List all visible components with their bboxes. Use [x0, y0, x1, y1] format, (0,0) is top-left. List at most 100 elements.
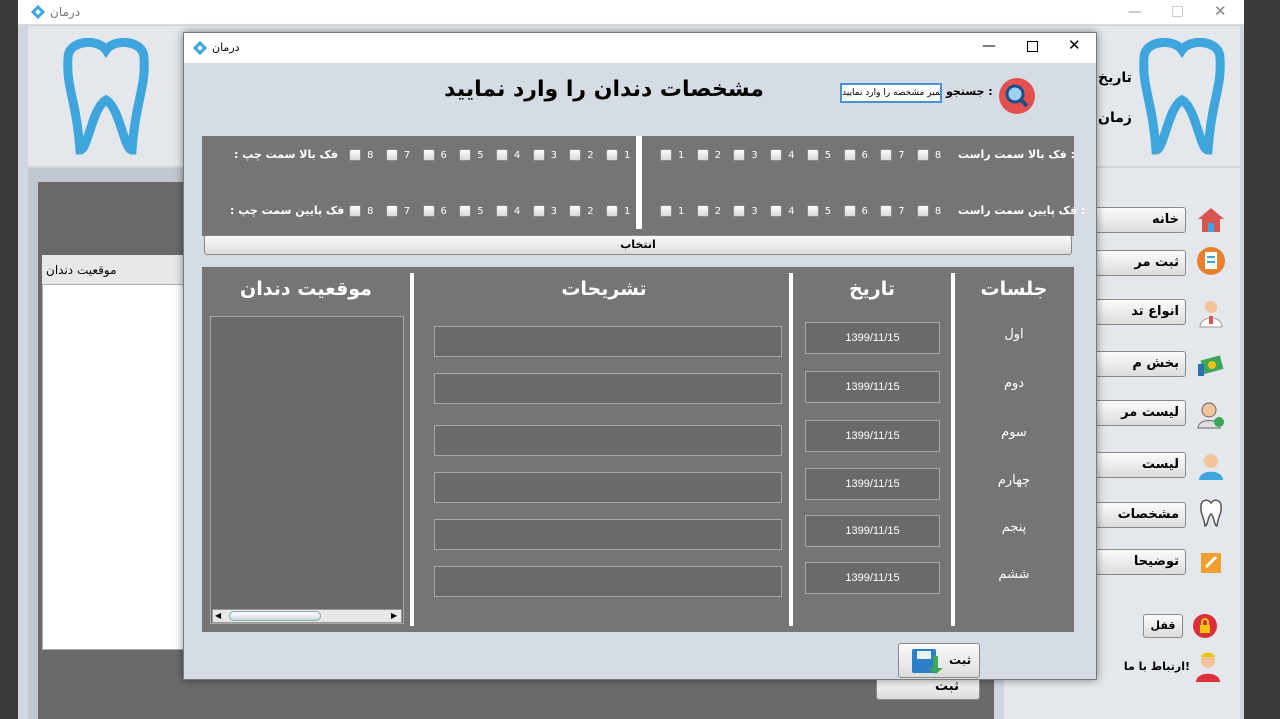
- sidebar-item-user-list[interactable]: لیست: [1090, 452, 1186, 478]
- session-description-field[interactable]: [434, 373, 782, 404]
- tooth-checkbox-upper-right-5[interactable]: 5: [806, 148, 831, 162]
- checkbox[interactable]: [422, 205, 435, 217]
- contact-us-link[interactable]: ارتباط با ما!: [1120, 660, 1190, 673]
- dialog-close-button[interactable]: ✕: [1068, 36, 1081, 54]
- tooth-checkbox-upper-right-2[interactable]: 2: [696, 148, 721, 162]
- checkbox[interactable]: [569, 149, 582, 161]
- session-date-field[interactable]: 1399/11/15: [805, 420, 940, 452]
- tooth-checkbox-lower-right-4[interactable]: 4: [770, 204, 794, 218]
- checkbox[interactable]: [843, 205, 856, 217]
- session-description-field[interactable]: [434, 566, 782, 597]
- tooth-checkbox-upper-left-4[interactable]: 4: [495, 148, 520, 162]
- checkbox[interactable]: [843, 149, 856, 161]
- checkbox[interactable]: [916, 149, 929, 161]
- dialog-maximize-button[interactable]: [1027, 41, 1038, 52]
- checkbox[interactable]: [696, 205, 709, 217]
- scrollbar-thumb[interactable]: [229, 611, 321, 621]
- checkbox[interactable]: [422, 149, 435, 161]
- tooth-checkbox-upper-left-6[interactable]: 6: [422, 148, 447, 162]
- search-input[interactable]: نمبر مشخصه را وارد نمایید: [840, 83, 942, 103]
- checkbox[interactable]: [606, 205, 618, 217]
- lock-button[interactable]: قفل: [1143, 614, 1183, 638]
- session-date-field[interactable]: 1399/11/15: [805, 468, 940, 500]
- checkbox[interactable]: [569, 205, 582, 217]
- tooth-checkbox-upper-right-7[interactable]: 7: [880, 148, 905, 162]
- tooth-checkbox-lower-right-7[interactable]: 7: [880, 204, 905, 218]
- tooth-checkbox-lower-left-6[interactable]: 6: [422, 204, 447, 218]
- checkbox[interactable]: [349, 205, 362, 217]
- tooth-checkbox-upper-left-3[interactable]: 3: [532, 148, 557, 162]
- bg-minimize-button[interactable]: —: [1128, 4, 1142, 20]
- checkbox[interactable]: [806, 149, 819, 161]
- tooth-checkbox-upper-right-6[interactable]: 6: [843, 148, 868, 162]
- search-icon[interactable]: [998, 77, 1036, 115]
- tooth-position-list[interactable]: [210, 316, 404, 624]
- tooth-checkbox-lower-left-5[interactable]: 5: [459, 204, 484, 218]
- tooth-checkbox-upper-left-8[interactable]: 8: [349, 148, 373, 162]
- checkbox[interactable]: [916, 205, 929, 217]
- checkbox[interactable]: [495, 205, 508, 217]
- tooth-checkbox-lower-left-4[interactable]: 4: [495, 204, 520, 218]
- tooth-checkbox-upper-right-8[interactable]: 8: [916, 148, 941, 162]
- dialog-minimize-button[interactable]: —: [982, 38, 996, 54]
- checkbox[interactable]: [733, 205, 746, 217]
- session-description-field[interactable]: [434, 326, 782, 357]
- checkbox[interactable]: [770, 205, 783, 217]
- tooth-checkbox-lower-right-5[interactable]: 5: [806, 204, 831, 218]
- tooth-checkbox-upper-right-3[interactable]: 3: [733, 148, 758, 162]
- sidebar-item-payments[interactable]: بخش م: [1090, 351, 1186, 377]
- session-date-field[interactable]: 1399/11/15: [805, 562, 940, 594]
- checkbox[interactable]: [606, 149, 618, 161]
- tooth-checkbox-lower-left-2[interactable]: 2: [569, 204, 594, 218]
- checkbox[interactable]: [495, 149, 508, 161]
- tooth-checkbox-lower-right-2[interactable]: 2: [696, 204, 721, 218]
- sidebar-item-treatment-types[interactable]: انواع تد: [1090, 299, 1186, 325]
- tooth-checkbox-upper-left-5[interactable]: 5: [459, 148, 484, 162]
- sidebar-item-register[interactable]: ثبت مر: [1090, 250, 1186, 276]
- tooth-checkbox-lower-left-1[interactable]: 1: [606, 204, 630, 218]
- tooth-checkbox-lower-left-7[interactable]: 7: [385, 204, 410, 218]
- session-description-field[interactable]: [434, 425, 782, 456]
- checkbox[interactable]: [880, 205, 893, 217]
- tooth-checkbox-upper-left-1[interactable]: 1: [606, 148, 630, 162]
- checkbox[interactable]: [459, 205, 472, 217]
- tooth-checkbox-upper-right-4[interactable]: 4: [770, 148, 794, 162]
- select-button[interactable]: انتخاب: [204, 235, 1072, 255]
- checkbox[interactable]: [660, 149, 672, 161]
- tooth-checkbox-upper-right-1[interactable]: 1: [660, 148, 684, 162]
- sidebar-item-descriptions[interactable]: توضیحا: [1090, 549, 1186, 575]
- tooth-checkbox-upper-left-7[interactable]: 7: [385, 148, 410, 162]
- session-date-field[interactable]: 1399/11/15: [805, 371, 940, 403]
- checkbox[interactable]: [660, 205, 672, 217]
- tooth-checkbox-lower-right-6[interactable]: 6: [843, 204, 868, 218]
- checkbox[interactable]: [806, 205, 819, 217]
- bg-maximize-button[interactable]: [1172, 6, 1183, 17]
- checkbox[interactable]: [385, 149, 398, 161]
- tooth-checkbox-upper-left-2[interactable]: 2: [569, 148, 594, 162]
- tooth-checkbox-lower-right-8[interactable]: 8: [916, 204, 941, 218]
- bg-close-button[interactable]: ✕: [1214, 2, 1227, 20]
- checkbox[interactable]: [385, 205, 398, 217]
- session-date-field[interactable]: 1399/11/15: [805, 515, 940, 547]
- checkbox[interactable]: [733, 149, 746, 161]
- checkbox[interactable]: [770, 149, 783, 161]
- session-date-field[interactable]: 1399/11/15: [805, 322, 940, 354]
- checkbox[interactable]: [459, 149, 472, 161]
- session-description-field[interactable]: [434, 472, 782, 503]
- save-button[interactable]: ثبت: [898, 643, 980, 678]
- checkbox[interactable]: [880, 149, 893, 161]
- scroll-left-icon[interactable]: ◀: [215, 611, 221, 620]
- tooth-checkbox-lower-left-3[interactable]: 3: [532, 204, 557, 218]
- session-description-field[interactable]: [434, 519, 782, 550]
- horizontal-scrollbar[interactable]: ◀ ▶: [212, 609, 402, 623]
- checkbox[interactable]: [532, 149, 545, 161]
- tooth-checkbox-lower-left-8[interactable]: 8: [349, 204, 373, 218]
- checkbox[interactable]: [532, 205, 545, 217]
- checkbox[interactable]: [696, 149, 709, 161]
- scroll-right-icon[interactable]: ▶: [391, 611, 397, 620]
- sidebar-item-patient-list[interactable]: لیست مر: [1090, 400, 1186, 426]
- tooth-checkbox-lower-right-1[interactable]: 1: [660, 204, 684, 218]
- sidebar-item-home[interactable]: خانه: [1090, 207, 1186, 233]
- tooth-checkbox-lower-right-3[interactable]: 3: [733, 204, 758, 218]
- sidebar-item-tooth-specs[interactable]: مشخصات: [1090, 502, 1186, 528]
